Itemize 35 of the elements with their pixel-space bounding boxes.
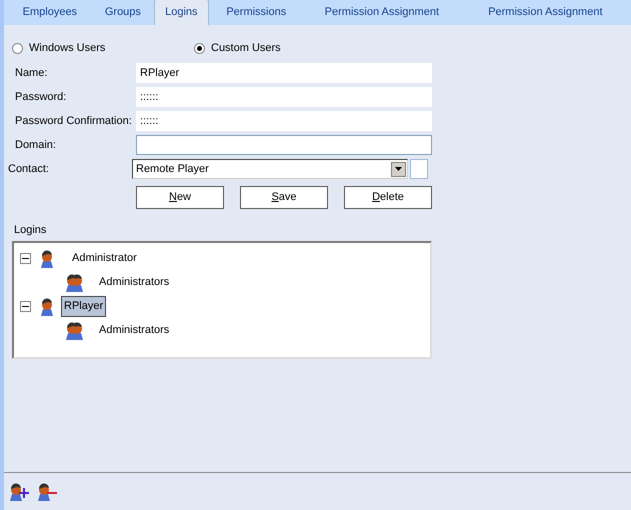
radio-button[interactable]	[12, 42, 23, 54]
field-label: Name:	[14, 66, 48, 81]
collapse-icon[interactable]	[20, 253, 31, 264]
field-label: Domain:	[14, 138, 57, 153]
action-button[interactable]: New	[136, 186, 224, 209]
tab[interactable]: Groups	[92, 0, 154, 25]
field-label: Password:	[14, 90, 68, 105]
radio-label[interactable]: Windows Users	[29, 40, 106, 56]
input-field[interactable]	[136, 135, 432, 155]
field-label: Password Confirmation:	[14, 114, 133, 129]
tree-item[interactable]: Administrator	[69, 248, 140, 269]
remove-user-icon[interactable]	[36, 482, 58, 502]
tab[interactable]: Permission Assignment	[304, 0, 460, 25]
contact-dropdown[interactable]: Remote Player	[132, 159, 408, 179]
tree-item[interactable]: RPlayer	[61, 296, 106, 317]
tab[interactable]: Logins	[154, 0, 209, 25]
radio-label[interactable]: Custom Users	[211, 40, 281, 56]
section-title: Logins	[14, 223, 46, 238]
input-field[interactable]: RPlayer	[136, 63, 432, 83]
input-field[interactable]: ::::::	[136, 87, 432, 107]
radio-button[interactable]	[194, 42, 205, 54]
action-button[interactable]: Delete	[344, 186, 432, 209]
action-button[interactable]: Save	[240, 186, 328, 209]
field-label: Contact:	[7, 162, 50, 177]
tab[interactable]: Permission Assignment	[460, 0, 631, 25]
add-user-icon[interactable]	[8, 482, 30, 502]
tree-item[interactable]: Administrators	[96, 272, 172, 293]
tab[interactable]: Employees	[8, 0, 92, 25]
color-box[interactable]	[410, 159, 428, 179]
collapse-icon[interactable]	[20, 301, 31, 312]
tree-item[interactable]: Administrators	[96, 320, 172, 341]
group-icon	[64, 320, 86, 340]
tab[interactable]: Permissions	[208, 0, 304, 25]
group-icon	[64, 272, 86, 292]
input-field[interactable]: ::::::	[136, 111, 432, 131]
